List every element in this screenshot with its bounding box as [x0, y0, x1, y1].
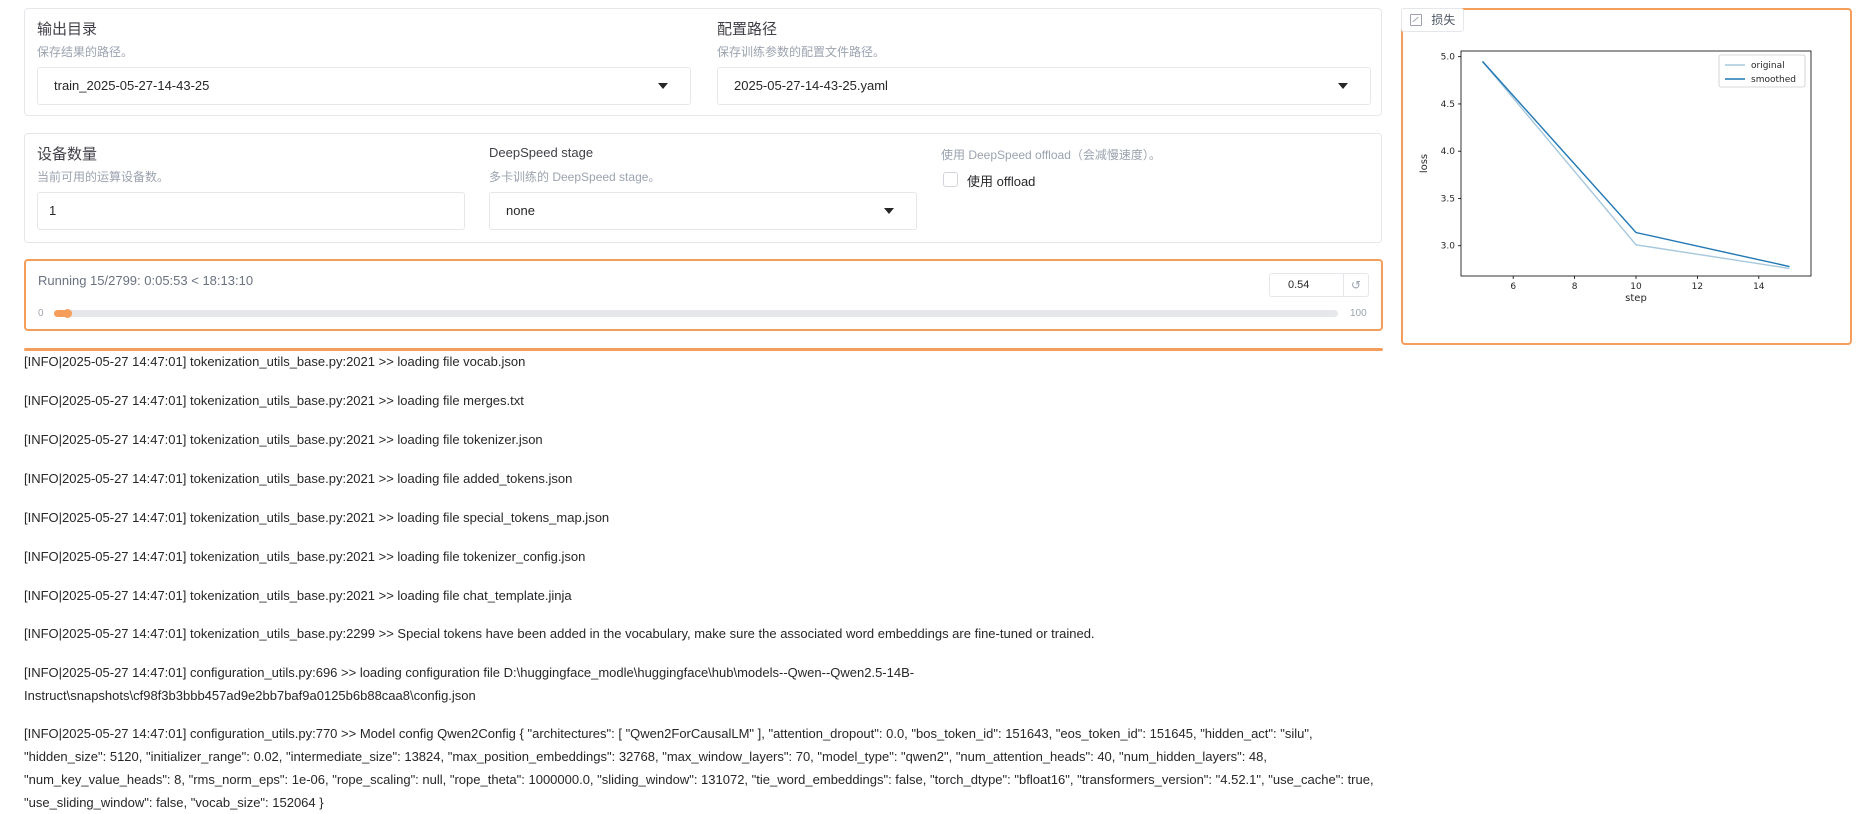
chevron-down-icon [658, 83, 668, 89]
progress-panel: Running 15/2799: 0:05:53 < 18:13:10 0.54… [24, 259, 1383, 331]
y-tick-label: 3.5 [1441, 194, 1455, 204]
reset-icon[interactable]: ↺ [1343, 274, 1368, 296]
output-dir-info: 保存结果的路径。 [37, 45, 134, 59]
x-tick-label: 14 [1753, 282, 1765, 292]
output-settings-panel: 输出目录 保存结果的路径。 train_2025-05-27-14-43-25 … [24, 8, 1382, 116]
log-line: [INFO|2025-05-27 14:47:01] tokenization_… [24, 354, 526, 369]
config-path-info: 保存训练参数的配置文件路径。 [717, 45, 886, 59]
log-line: [INFO|2025-05-27 14:47:01] tokenization_… [24, 432, 543, 447]
x-tick-label: 12 [1692, 282, 1703, 292]
offload-checkbox[interactable] [943, 172, 958, 187]
progress-max-label: 100 [1350, 308, 1367, 319]
chart-tab-label: 损失 [1431, 13, 1456, 27]
legend-label-original: original [1751, 61, 1785, 71]
log-line: [INFO|2025-05-27 14:47:01] tokenization_… [24, 549, 586, 564]
legend-label-smoothed: smoothed [1751, 75, 1796, 85]
chevron-down-icon [1338, 83, 1348, 89]
output-dir-label: 输出目录 [37, 21, 98, 38]
x-axis-label: step [1625, 293, 1647, 304]
log-line: [INFO|2025-05-27 14:47:01] tokenization_… [24, 510, 610, 525]
offload-checkbox-label: 使用 offload [967, 174, 1036, 189]
y-tick-label: 3.0 [1441, 242, 1456, 252]
loss-chart-panel: 损失 6 8 10 12 14 3.0 3.5 4.0 4.5 5.0 step loss origin… [1401, 8, 1852, 345]
deepspeed-stage-dropdown[interactable]: none [489, 192, 917, 230]
device-count-input[interactable]: 1 [37, 192, 465, 230]
device-count-label: 设备数量 [37, 146, 98, 163]
progress-value-input[interactable]: 0.54 ↺ [1269, 273, 1369, 297]
loss-chart: 6 8 10 12 14 3.0 3.5 4.0 4.5 5.0 step loss original s… [1419, 50, 1812, 304]
log-line: [INFO|2025-05-27 14:47:01] tokenization_… [24, 588, 572, 603]
chart-tab[interactable]: 损失 [1401, 8, 1465, 32]
progress-slider-track[interactable] [54, 309, 1338, 318]
progress-value-text: 0.54 [1288, 279, 1310, 291]
output-dir-dropdown[interactable]: train_2025-05-27-14-43-25 [37, 67, 691, 105]
log-line: [INFO|2025-05-27 14:47:01] tokenization_… [24, 393, 524, 408]
y-axis-label: loss [1419, 154, 1430, 173]
y-tick-label: 5.0 [1441, 53, 1456, 63]
log-line: [INFO|2025-05-27 14:47:01] configuration… [24, 665, 915, 703]
deepspeed-offload-info: 使用 DeepSpeed offload（会减慢速度）。 [941, 148, 1161, 162]
series-line-smoothed [1481, 60, 1790, 268]
progress-status-text: Running 15/2799: 0:05:53 < 18:13:10 [38, 273, 254, 288]
config-path-label: 配置路径 [717, 21, 778, 38]
deepspeed-stage-info: 多卡训练的 DeepSpeed stage。 [489, 170, 661, 184]
series-line-original [1481, 60, 1790, 270]
y-tick-label: 4.5 [1441, 100, 1455, 110]
x-tick-label: 10 [1630, 282, 1642, 292]
log-line: [INFO|2025-05-27 14:47:01] tokenization_… [24, 626, 1095, 641]
x-tick-label: 8 [1572, 282, 1578, 292]
x-tick-label: 6 [1510, 282, 1516, 292]
log-line: [INFO|2025-05-27 14:47:01] configuration… [24, 726, 1374, 810]
deepspeed-stage-label: DeepSpeed stage [489, 145, 594, 160]
chevron-down-icon [884, 208, 894, 214]
device-settings-panel: 设备数量 当前可用的运算设备数。 1 DeepSpeed stage 多卡训练的… [24, 133, 1382, 243]
output-dir-value: train_2025-05-27-14-43-25 [54, 78, 210, 93]
chart-icon [1410, 13, 1422, 26]
y-tick-label: 4.0 [1441, 147, 1456, 157]
config-path-value: 2025-05-27-14-43-25.yaml [734, 78, 888, 93]
deepspeed-stage-value: none [506, 203, 535, 218]
progress-slider-thumb[interactable] [62, 309, 72, 318]
log-line: [INFO|2025-05-27 14:47:01] tokenization_… [24, 471, 573, 486]
device-count-info: 当前可用的运算设备数。 [37, 170, 170, 184]
config-path-dropdown[interactable]: 2025-05-27-14-43-25.yaml [717, 67, 1371, 105]
progress-min-label: 0 [38, 308, 44, 319]
